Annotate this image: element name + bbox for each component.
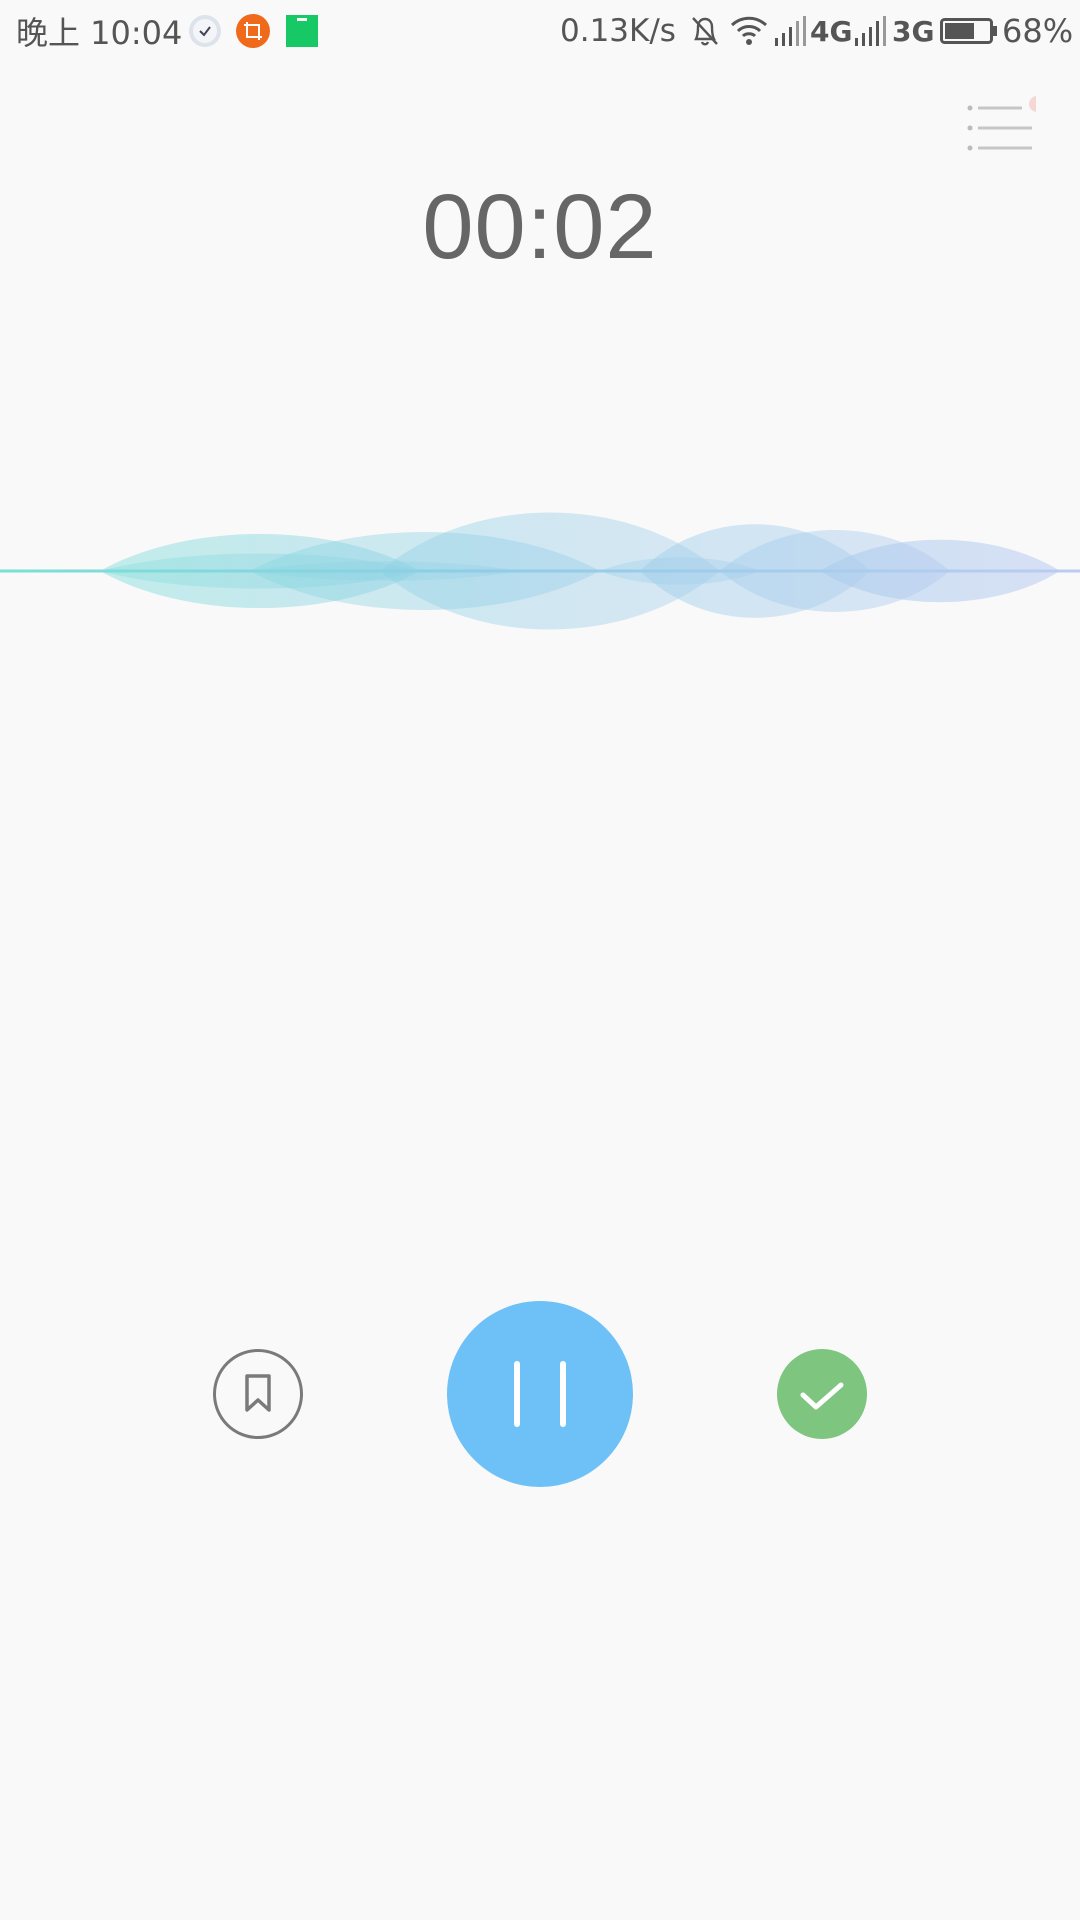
pause-button[interactable]	[447, 1301, 633, 1487]
network-type-2: 3G	[892, 14, 935, 48]
signal-icon	[854, 0, 886, 62]
battery-percent: 68%	[1002, 12, 1074, 50]
save-recording-button[interactable]	[777, 1349, 867, 1439]
check-icon	[800, 1382, 844, 1410]
wifi-icon	[730, 0, 768, 62]
network-type-1: 4G	[810, 14, 853, 48]
pause-icon	[514, 1361, 566, 1427]
status-bar: 晚上 10:04 0.13K/s 4G 3G 68%	[0, 0, 1080, 62]
bell-off-icon	[688, 0, 722, 62]
bookmark-button[interactable]	[213, 1349, 303, 1439]
recordings-list-button[interactable]	[966, 92, 1045, 158]
recorder-screen: 晚上 10:04 0.13K/s 4G 3G 68% 00:02	[0, 0, 1080, 1920]
audio-waveform	[0, 512, 1080, 630]
book-icon	[286, 0, 318, 62]
clock-icon	[188, 0, 222, 62]
list-icon	[967, 96, 1045, 151]
crop-icon	[236, 0, 270, 62]
bookmark-icon	[245, 1374, 271, 1412]
status-time: 晚上 10:04	[16, 14, 183, 52]
battery-icon	[940, 0, 998, 62]
signal-icon	[774, 0, 806, 62]
net-speed: 0.13K/s	[560, 13, 676, 49]
elapsed-time: 00:02	[422, 176, 658, 278]
